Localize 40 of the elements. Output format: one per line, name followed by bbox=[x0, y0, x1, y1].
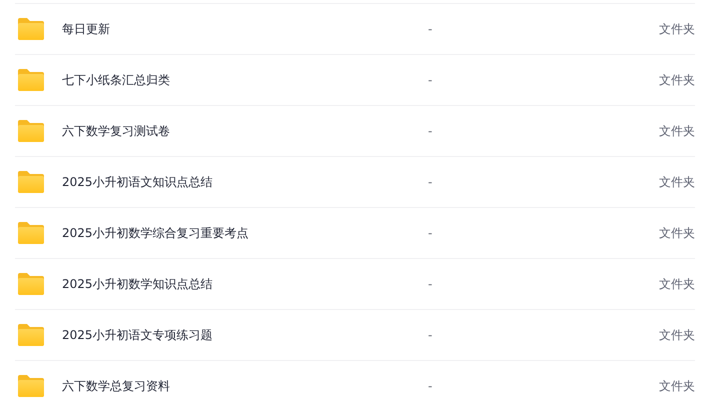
file-name: 每日更新 bbox=[62, 20, 111, 38]
file-name: 2025小升初数学综合复习重要考点 bbox=[62, 224, 250, 242]
file-type: 文件夹 bbox=[659, 20, 695, 38]
file-size: - bbox=[428, 328, 434, 342]
file-row[interactable]: 2025小升初语文知识点总结 - 文件夹 bbox=[15, 157, 695, 208]
file-type: 文件夹 bbox=[659, 122, 695, 140]
file-size: - bbox=[428, 175, 434, 189]
file-row[interactable]: 2025小升初语文专项练习题 - 文件夹 bbox=[15, 310, 695, 361]
file-type: 文件夹 bbox=[659, 378, 695, 394]
file-type: 文件夹 bbox=[659, 174, 695, 190]
file-size: - bbox=[428, 379, 434, 393]
file-name: 2025小升初语文专项练习题 bbox=[62, 326, 214, 344]
folder-icon bbox=[18, 171, 44, 193]
folder-icon bbox=[18, 273, 44, 295]
file-size: - bbox=[428, 124, 434, 138]
file-row[interactable]: 2025小升初数学知识点总结 - 文件夹 bbox=[15, 259, 695, 310]
file-row[interactable]: 六下数学复习测试卷 - 文件夹 bbox=[15, 106, 695, 157]
file-type: 文件夹 bbox=[659, 224, 695, 242]
file-name: 六下数学总复习资料 bbox=[62, 378, 171, 394]
file-row[interactable]: 七下小纸条汇总归类 - 文件夹 bbox=[15, 55, 695, 106]
folder-icon bbox=[18, 375, 44, 397]
file-size: - bbox=[428, 22, 434, 36]
folder-icon bbox=[18, 69, 44, 91]
folder-icon bbox=[18, 324, 44, 346]
file-size: - bbox=[428, 73, 434, 87]
file-name: 2025小升初语文知识点总结 bbox=[62, 174, 214, 190]
file-row[interactable]: 每日更新 - 文件夹 bbox=[15, 4, 695, 55]
file-name: 2025小升初数学知识点总结 bbox=[62, 276, 214, 292]
folder-icon bbox=[18, 120, 44, 142]
file-row[interactable]: 2025小升初数学综合复习重要考点 - 文件夹 bbox=[15, 208, 695, 259]
file-name: 六下数学复习测试卷 bbox=[62, 122, 171, 140]
file-type: 文件夹 bbox=[659, 326, 695, 344]
folder-icon bbox=[18, 18, 44, 40]
file-name: 七下小纸条汇总归类 bbox=[62, 72, 171, 88]
file-size: - bbox=[428, 226, 434, 240]
folder-icon bbox=[18, 222, 44, 244]
file-type: 文件夹 bbox=[659, 276, 695, 292]
file-size: - bbox=[428, 277, 434, 291]
file-type: 文件夹 bbox=[659, 72, 695, 88]
file-row[interactable]: 六下数学总复习资料 - 文件夹 bbox=[15, 361, 695, 410]
